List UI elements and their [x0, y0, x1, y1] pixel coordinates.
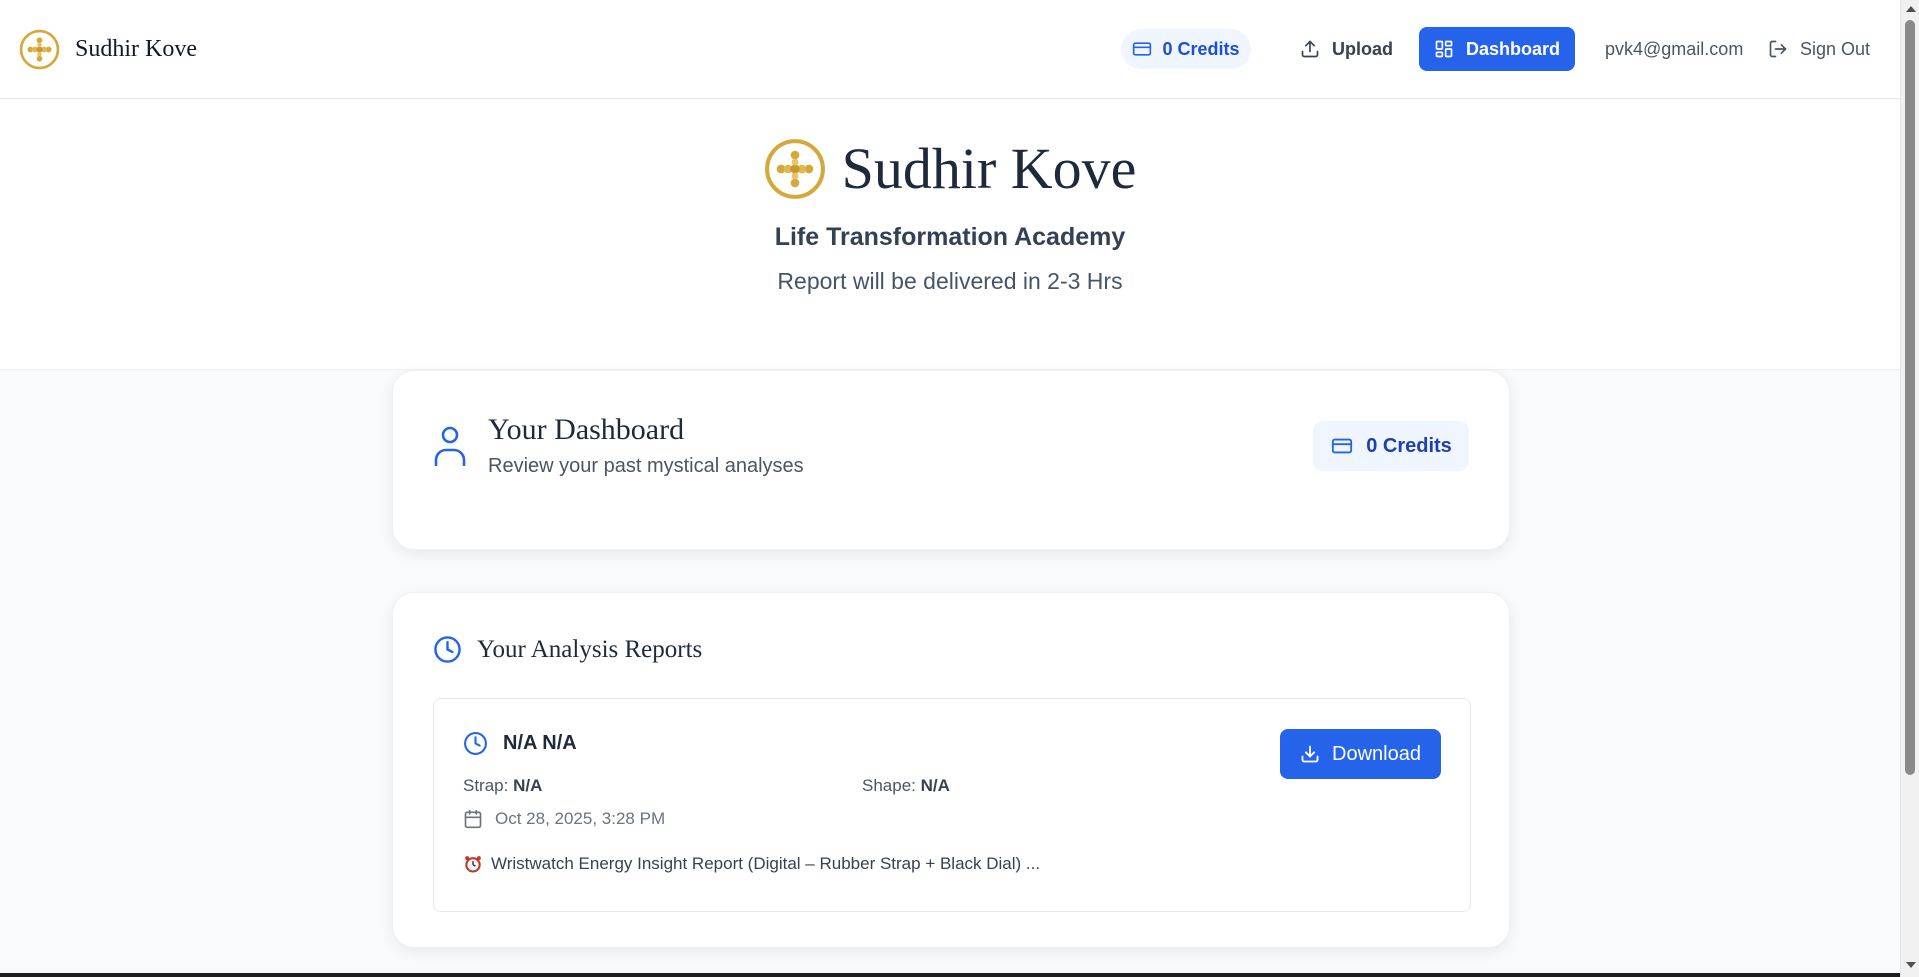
hero-title: Sudhir Kove — [841, 136, 1137, 201]
hero-section: Sudhir Kove Life Transformation Academy … — [0, 100, 1900, 370]
calendar-icon — [464, 809, 482, 829]
scroll-up-arrow-icon[interactable] — [1906, 6, 1916, 12]
alarm-clock-icon — [465, 856, 481, 873]
shape-value: N/A — [920, 776, 950, 795]
window-bottom-edge — [0, 973, 1900, 977]
report-item-header: N/A N/A — [463, 731, 577, 756]
analysis-reports-card: Your Analysis Reports N/A N/A Strap: N/A… — [392, 592, 1510, 948]
dashboard-grid-icon — [1435, 40, 1453, 58]
shape-label: Shape: — [862, 776, 916, 795]
dashboard-credits-badge: 0 Credits — [1313, 421, 1469, 471]
clock-icon — [434, 636, 461, 663]
scroll-down-arrow-icon[interactable] — [1906, 962, 1916, 968]
strap-value: N/A — [513, 776, 543, 795]
nav-actions: 0 Credits Upload Dashboard pvk4@gmail.co… — [0, 27, 1900, 71]
report-date: Oct 28, 2025, 3:28 PM — [463, 809, 665, 829]
dashboard-title: Your Dashboard — [488, 413, 685, 446]
credits-badge-label: 0 Credits — [1162, 38, 1240, 59]
upload-icon — [1301, 40, 1319, 58]
reports-header: Your Analysis Reports — [433, 635, 702, 664]
sign-out-label: Sign Out — [1800, 38, 1871, 59]
vertical-scrollbar[interactable] — [1900, 0, 1919, 977]
hero-subtitle: Life Transformation Academy — [774, 223, 1126, 251]
user-email: pvk4@gmail.com — [1605, 38, 1744, 59]
credit-card-icon — [1133, 42, 1152, 56]
report-strap: Strap: N/A — [463, 776, 542, 796]
scrollbar-thumb[interactable] — [1905, 20, 1915, 775]
dashboard-button[interactable]: Dashboard — [1419, 27, 1575, 71]
dashboard-credits-label: 0 Credits — [1366, 434, 1452, 457]
clock-icon — [464, 732, 487, 755]
download-button-label: Download — [1332, 742, 1421, 765]
dashboard-subtitle: Review your past mystical analyses — [488, 455, 804, 477]
report-description-text: Wristwatch Energy Insight Report (Digita… — [491, 854, 1041, 873]
top-navigation: Sudhir Kove 0 Credits Upload Dashboard p… — [0, 0, 1900, 99]
download-button[interactable]: Download — [1280, 729, 1441, 779]
hero-brand: Sudhir Kove — [0, 135, 1900, 202]
credit-card-icon — [1332, 438, 1353, 454]
report-description: Wristwatch Energy Insight Report (Digita… — [463, 854, 1040, 874]
upload-button[interactable]: Upload — [1300, 27, 1393, 71]
reports-title: Your Analysis Reports — [477, 635, 703, 663]
report-item: N/A N/A Strap: N/A Shape: N/A Oct 28, 20… — [433, 698, 1471, 912]
report-date-text: Oct 28, 2025, 3:28 PM — [495, 809, 666, 828]
golden-flower-logo-icon — [764, 138, 826, 200]
download-icon — [1301, 745, 1319, 763]
sign-out-button[interactable]: Sign Out — [1768, 27, 1870, 71]
report-item-title: N/A N/A — [503, 732, 577, 754]
report-shape: Shape: N/A — [862, 776, 950, 796]
sign-out-icon — [1769, 40, 1787, 58]
dashboard-button-label: Dashboard — [1465, 38, 1561, 59]
credits-badge: 0 Credits — [1121, 29, 1251, 69]
strap-label: Strap: — [463, 776, 509, 795]
upload-button-label: Upload — [1332, 38, 1393, 59]
dashboard-card: Your Dashboard Review your past mystical… — [392, 370, 1510, 550]
delivery-note: Report will be delivered in 2-3 Hrs — [777, 268, 1123, 294]
user-icon — [434, 426, 466, 466]
